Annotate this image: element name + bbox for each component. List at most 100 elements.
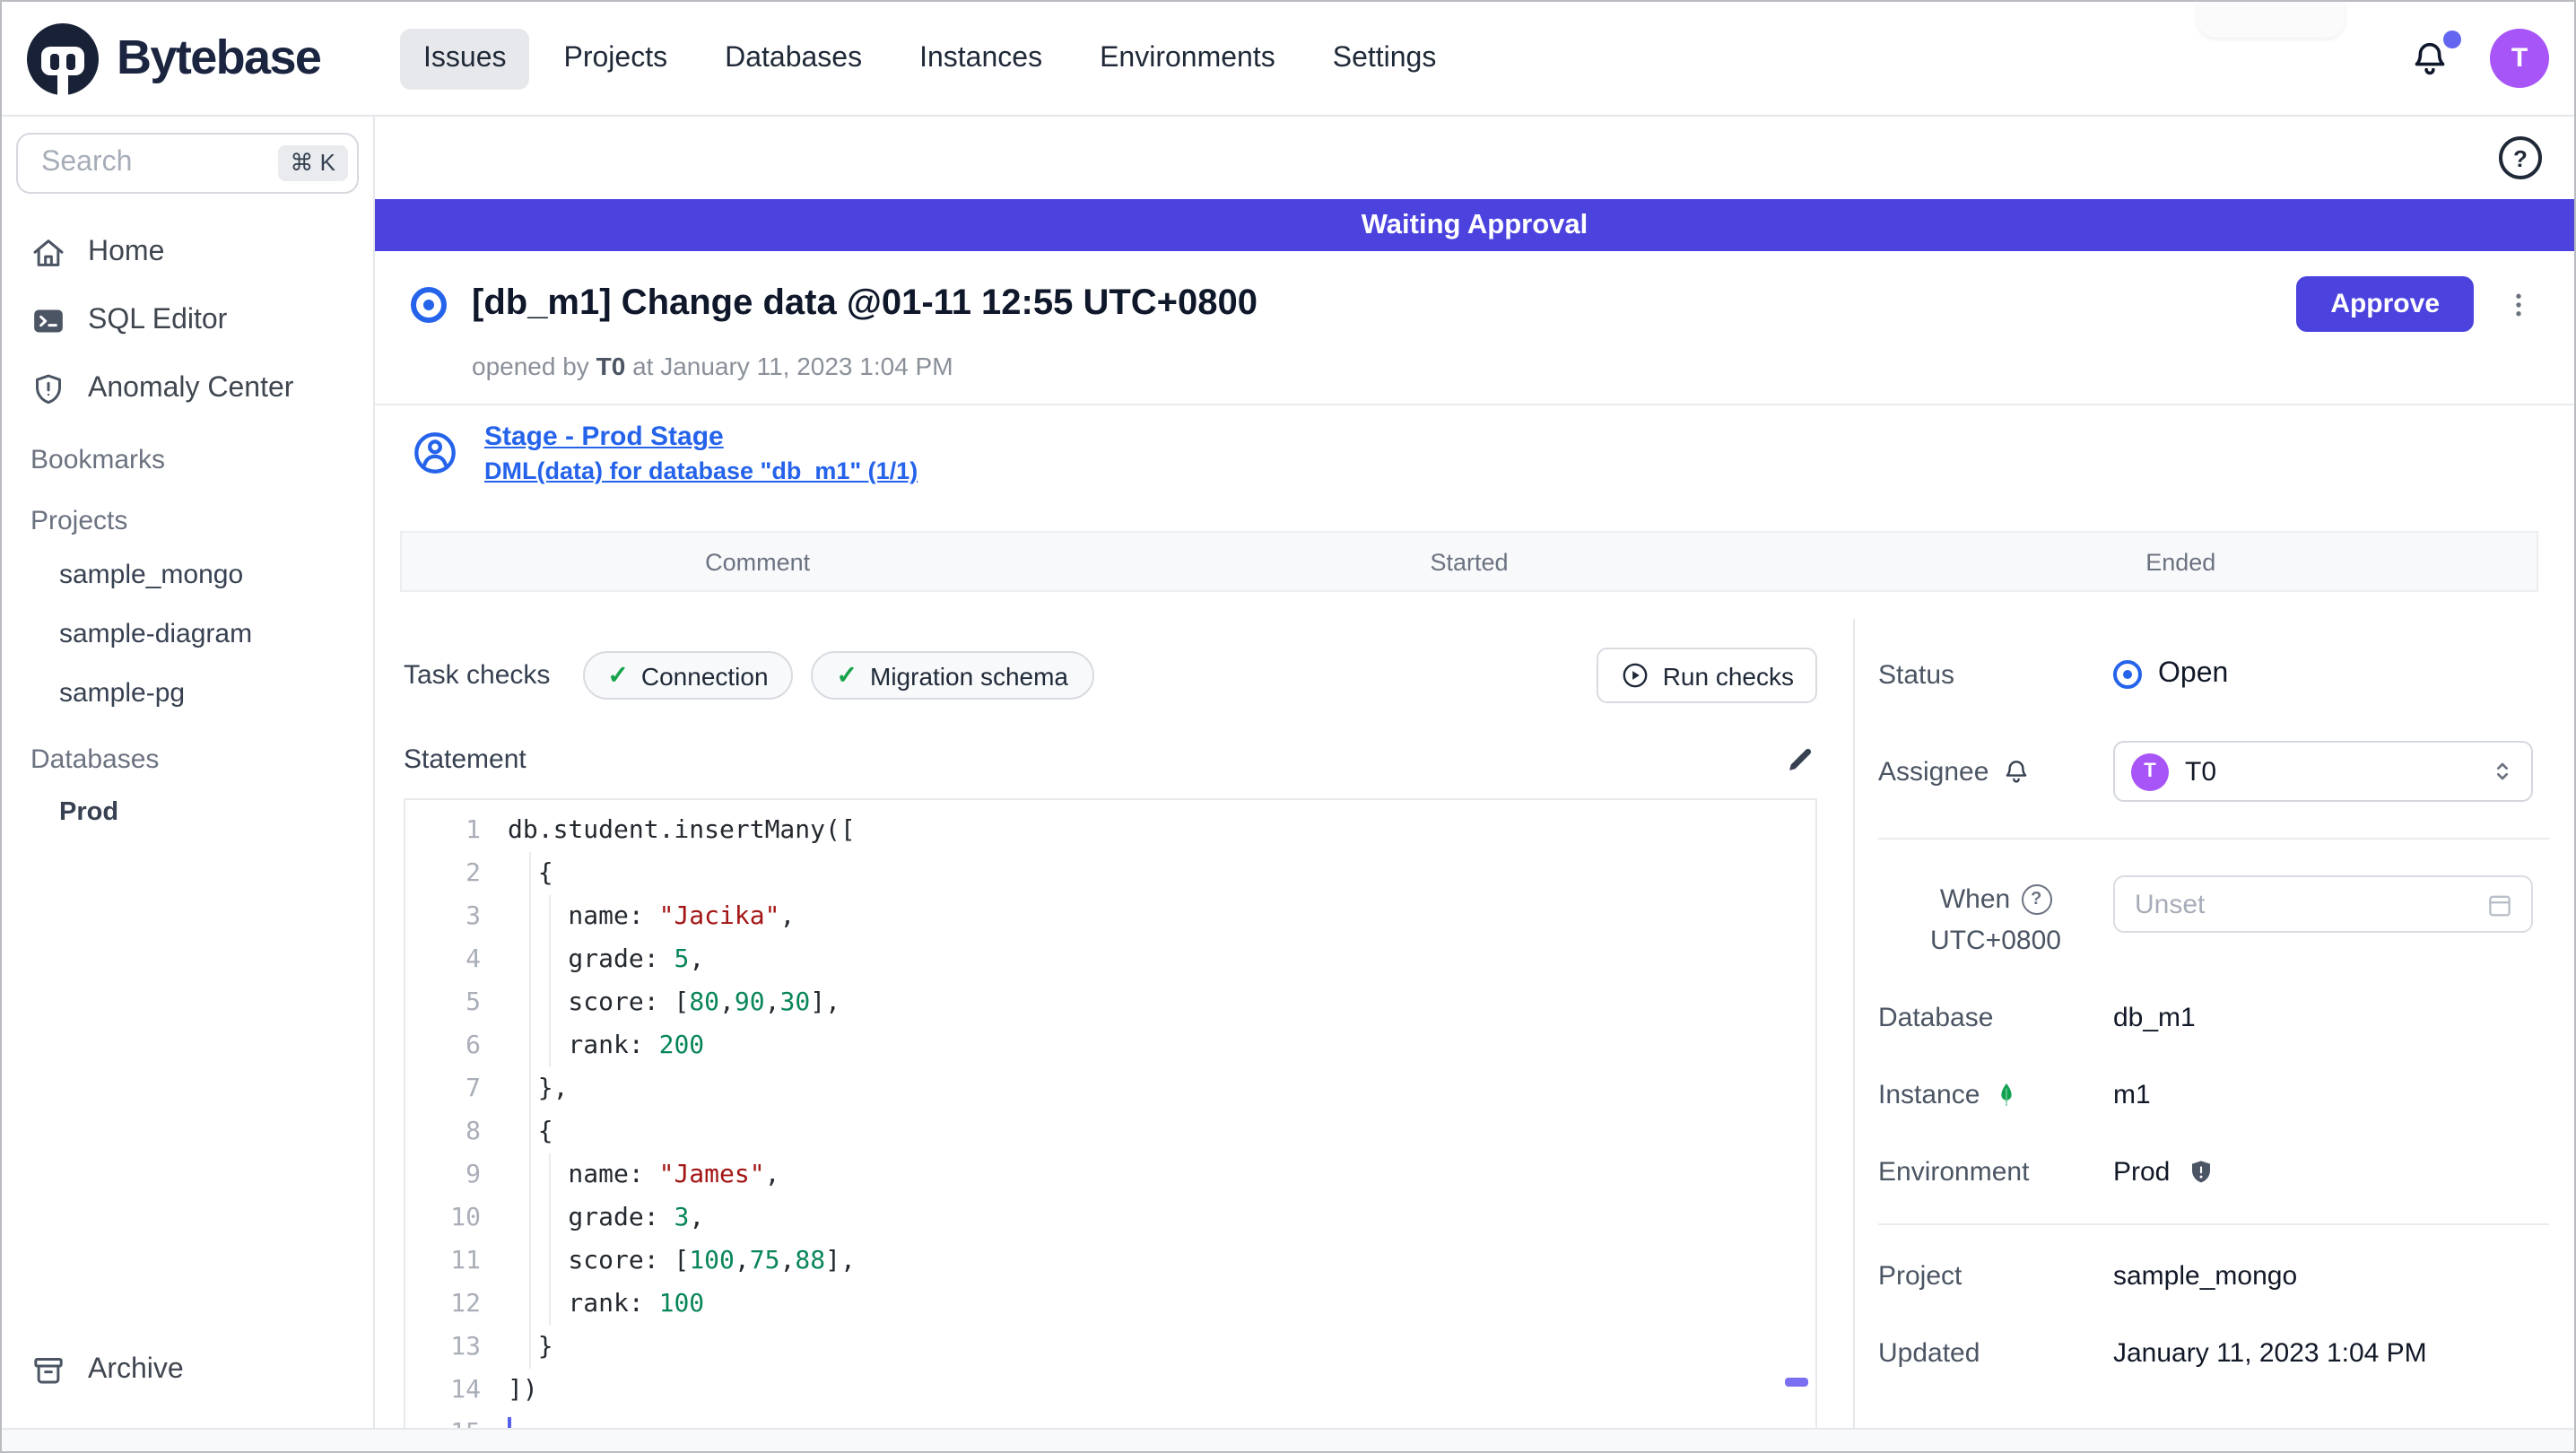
task-checks-row: Task checks ✓ Connection ✓ Migration schema…: [404, 648, 1817, 703]
code-segment: 3: [674, 1204, 690, 1232]
sidebar-item-label: SQL Editor: [88, 305, 228, 335]
history-column-header: Started: [1430, 548, 1509, 575]
stage-link[interactable]: Stage - Prod Stage: [484, 422, 918, 452]
topbar-right: T: [2409, 29, 2549, 88]
nav-tab-databases[interactable]: Databases: [701, 28, 885, 89]
edit-statement-button[interactable]: [1783, 743, 1817, 777]
approve-button[interactable]: Approve: [2296, 276, 2474, 332]
bytebase-logo[interactable]: Bytebase: [27, 22, 371, 94]
kebab-menu-icon: [2516, 292, 2521, 316]
updated-label: Updated: [1878, 1338, 1980, 1369]
line-number: 12: [450, 1290, 481, 1318]
more-actions-button[interactable]: [2502, 288, 2535, 320]
code-segment: grade:: [508, 1204, 674, 1232]
assignee-avatar: T: [2131, 753, 2169, 790]
sidebar-item[interactable]: Prod: [2, 784, 373, 841]
code-segment: 200: [658, 1031, 705, 1060]
editor-scrollbar-thumb[interactable]: [1785, 1378, 1808, 1387]
sidebar-nav: Home SQL Editor Anomaly Center Bookmarks…: [2, 219, 373, 841]
indent-guide: [549, 1024, 551, 1067]
nav-tab-environments[interactable]: Environments: [1076, 28, 1299, 89]
main-content: ? Waiting Approval [db_m1] Change data @…: [375, 117, 2574, 1433]
line-number: 10: [450, 1204, 481, 1232]
when-datetime-input[interactable]: Unset: [2113, 875, 2533, 933]
panel-divider: [1878, 1223, 2549, 1225]
code-segment: 5: [674, 945, 690, 974]
line-number: 6: [466, 1031, 481, 1060]
nav-tab-settings[interactable]: Settings: [1310, 28, 1460, 89]
database-label: Database: [1878, 1003, 1994, 1033]
check-icon: ✓: [607, 660, 629, 689]
task-check-pill[interactable]: ✓ Connection: [582, 651, 794, 700]
code-line: 2 {: [405, 852, 1815, 895]
instance-label: Instance: [1878, 1080, 1980, 1110]
run-checks-button[interactable]: Run checks: [1596, 648, 1817, 703]
indent-guide: [529, 1283, 531, 1326]
indent-guide: [549, 1240, 551, 1283]
indent-guide: [549, 895, 551, 938]
code-line: 1 db.student.insertMany([: [405, 809, 1815, 852]
sidebar-section-label: Databases: [30, 744, 160, 775]
indent-guide: [549, 1153, 551, 1196]
code-line: 12 rank: 100: [405, 1283, 1815, 1326]
code-text: },: [508, 1067, 568, 1110]
instance-value: m1: [2113, 1080, 2151, 1110]
updated-row: Updated January 11, 2023 1:04 PM: [1878, 1338, 2549, 1369]
task-link[interactable]: DML(data) for database "db_m1" (1/1): [484, 457, 918, 484]
nav-tab-issues[interactable]: Issues: [400, 28, 530, 89]
indent-guide: [529, 1024, 531, 1067]
nav-tab-instances[interactable]: Instances: [896, 28, 1066, 89]
bytebase-app-window: Bytebase Issues Projects Databases Instance…: [0, 0, 2576, 1453]
task-check-pill[interactable]: ✓ Migration schema: [811, 651, 1093, 700]
line-number: 13: [450, 1333, 481, 1362]
detail-columns: Task checks ✓ Connection ✓ Migration schema…: [375, 619, 2574, 1433]
when-placeholder: Unset: [2135, 889, 2206, 919]
issue-title: [db_m1] Change data @01-11 12:55 UTC+080…: [472, 283, 1258, 323]
pencil-icon: [1789, 748, 1812, 770]
code-text: }: [508, 1326, 553, 1369]
code-segment: 90: [734, 988, 765, 1017]
project-row: Project sample_mongo: [1878, 1261, 2549, 1292]
sidebar-item-anomaly-center[interactable]: Anomaly Center: [2, 355, 373, 423]
left-sidebar: ⌘ K Home SQL Editor: [2, 117, 375, 1433]
sidebar-item-sql-editor[interactable]: SQL Editor: [2, 287, 373, 355]
search-input[interactable]: [38, 145, 224, 181]
sidebar-item[interactable]: sample_mongo: [2, 545, 373, 605]
statement-code-editor[interactable]: 1 db.student.insertMany([2 {3 name: "Jaci…: [404, 798, 1817, 1433]
sidebar-section-label: Projects: [30, 506, 128, 536]
sidebar-item[interactable]: sample-diagram: [2, 605, 373, 664]
terminal-icon: [34, 309, 63, 333]
code-line: 4 grade: 5,: [405, 938, 1815, 981]
issue-author: T0: [596, 352, 626, 380]
code-segment: ,: [719, 988, 735, 1017]
sidebar-item[interactable]: sample-pg: [2, 664, 373, 723]
assignee-label: Assignee: [1878, 756, 1989, 787]
when-help-icon[interactable]: ?: [2021, 884, 2052, 915]
sidebar-item-archive[interactable]: Archive: [2, 1336, 373, 1405]
sidebar-item-home[interactable]: Home: [2, 219, 373, 287]
assignee-bell-icon[interactable]: [2001, 757, 2030, 786]
code-text: rank: 100: [508, 1283, 704, 1326]
user-avatar[interactable]: T: [2490, 29, 2549, 88]
content-toolbar: ?: [375, 117, 2574, 199]
help-icon[interactable]: ?: [2499, 136, 2542, 179]
code-line: 3 name: "Jacika",: [405, 895, 1815, 938]
indent-guide: [549, 981, 551, 1024]
code-segment: 30: [779, 988, 811, 1017]
assignee-select[interactable]: T T0: [2113, 741, 2533, 802]
sidebar-sections: Bookmarks Projects sample_mongo sample-diag…: [2, 427, 373, 841]
code-text: score: [100,75,88],: [508, 1240, 856, 1283]
nav-tab-projects[interactable]: Projects: [541, 28, 692, 89]
search-box[interactable]: ⌘ K: [16, 133, 359, 194]
notification-bell-button[interactable]: [2409, 30, 2461, 79]
environment-label: Environment: [1878, 1157, 2030, 1188]
history-column-header: Comment: [705, 548, 811, 575]
issue-sidebar-panel: Status Open Assignee T T0 When ? UTC+080…: [1853, 619, 2574, 1433]
code-segment: 75: [749, 1247, 780, 1275]
assignee-value: T0: [2185, 756, 2217, 787]
database-value: db_m1: [2113, 1003, 2196, 1033]
environment-value: Prod: [2113, 1157, 2171, 1188]
brand-name: Bytebase: [117, 30, 322, 84]
code-line: 9 name: "James",: [405, 1153, 1815, 1196]
task-check-label: Migration schema: [870, 661, 1068, 690]
